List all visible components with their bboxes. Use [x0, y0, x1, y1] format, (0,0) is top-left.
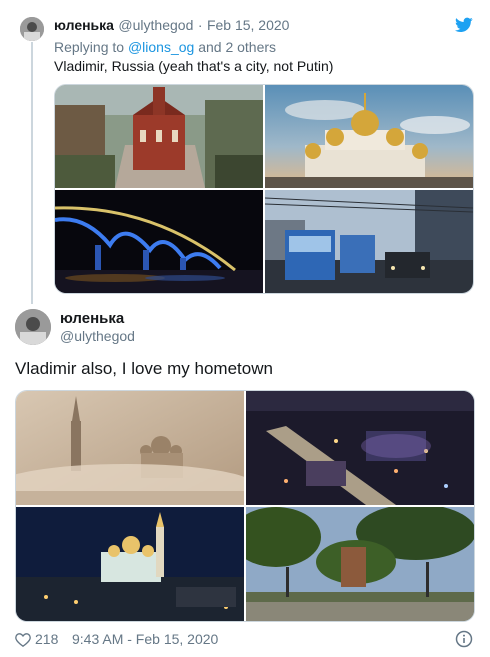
- main-photo-grid: [15, 390, 475, 622]
- thread-line: [31, 42, 33, 304]
- twitter-bird-icon[interactable]: [455, 17, 473, 33]
- bridge-at-night-photo[interactable]: [55, 190, 263, 293]
- replying-mention[interactable]: @lions_og: [128, 39, 194, 55]
- reply-avatar[interactable]: [20, 17, 44, 41]
- heart-icon[interactable]: [15, 632, 31, 647]
- replying-prefix: Replying to: [54, 39, 125, 55]
- info-icon[interactable]: [455, 630, 473, 648]
- main-avatar[interactable]: [15, 309, 51, 345]
- reply-display-name[interactable]: юленька: [54, 17, 114, 33]
- reply-grid-divider-h: [55, 188, 473, 190]
- main-grid-divider-h: [16, 505, 474, 507]
- park-trees-photo[interactable]: [246, 507, 474, 621]
- trolleybus-street-photo[interactable]: [265, 190, 473, 293]
- replying-to: Replying to @lions_og and 2 others: [54, 39, 276, 55]
- reply-separator: ·: [197, 17, 203, 33]
- reply-handle[interactable]: @ulythegod: [118, 17, 193, 33]
- reply-date[interactable]: Feb 15, 2020: [207, 17, 290, 33]
- replying-suffix[interactable]: and 2 others: [198, 39, 276, 55]
- cathedral-golden-domes-photo[interactable]: [265, 85, 473, 188]
- reply-photo-grid: [54, 84, 474, 294]
- church-photo[interactable]: [55, 85, 263, 188]
- main-handle[interactable]: @ulythegod: [60, 328, 135, 344]
- like-count: 218: [35, 631, 59, 647]
- like-button[interactable]: 218: [15, 631, 58, 647]
- main-display-name[interactable]: юленька: [60, 310, 124, 327]
- main-tweet-text: Vladimir also, I love my hometown: [15, 359, 273, 378]
- illuminated-cathedral-night-photo[interactable]: [16, 507, 244, 621]
- reply-tweet-text: Vladimir, Russia (yeah that's a city, no…: [54, 58, 334, 74]
- reply-header: юленька @ulythegod · Feb 15, 2020: [54, 17, 289, 35]
- tweet-timestamp[interactable]: 9:43 AM - Feb 15, 2020: [72, 631, 218, 647]
- city-night-aerial-photo[interactable]: [246, 391, 474, 505]
- foggy-cathedral-photo[interactable]: [16, 391, 244, 505]
